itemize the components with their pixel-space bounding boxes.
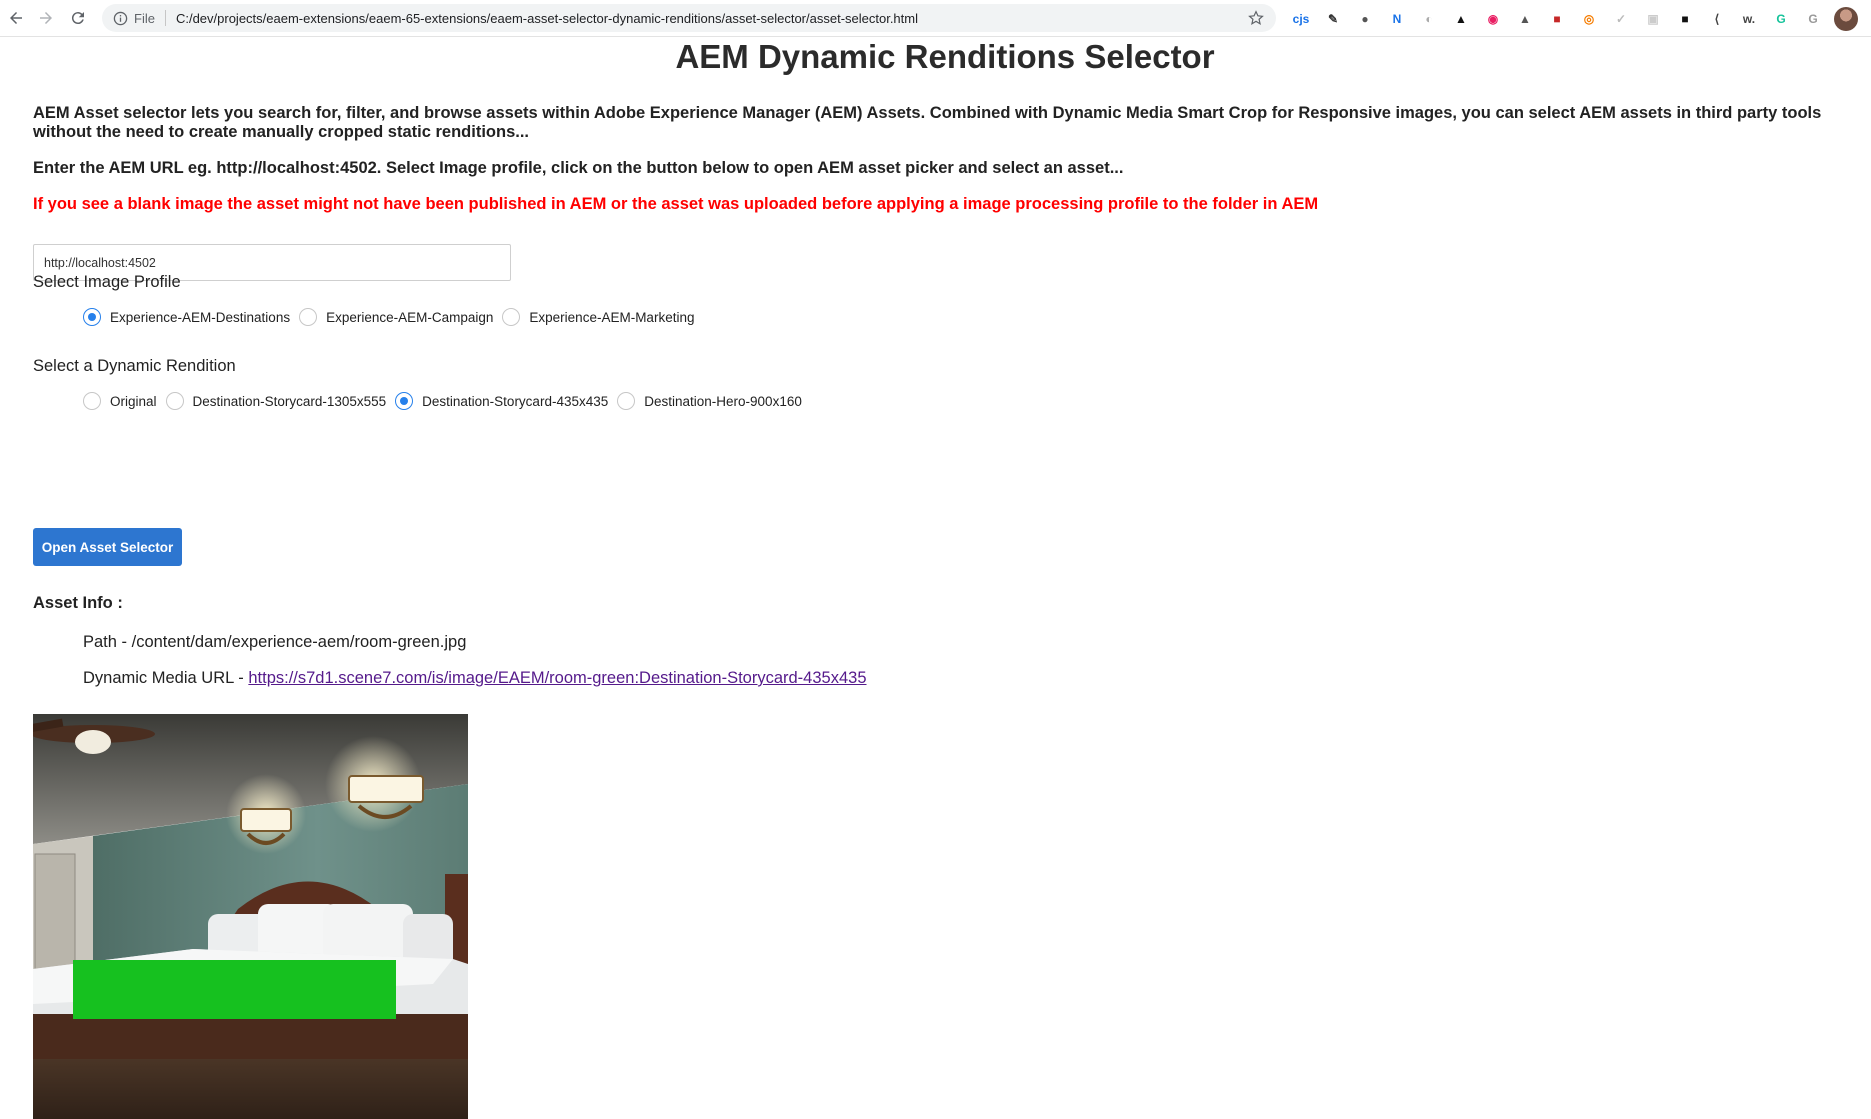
dynamic-rendition-radio[interactable] xyxy=(617,392,636,410)
check-extension-icon[interactable]: ✓ xyxy=(1610,8,1632,30)
dynamic-rendition-radio[interactable] xyxy=(165,392,184,410)
url-text[interactable]: C:/dev/projects/eaem-extensions/eaem-65-… xyxy=(176,11,1246,26)
asset-path-prefix: Path - xyxy=(83,633,132,651)
reload-icon xyxy=(71,12,84,25)
browser-toolbar: File C:/dev/projects/eaem-extensions/eae… xyxy=(0,0,1871,37)
image-profile-radio[interactable] xyxy=(502,308,521,326)
dm-url-prefix: Dynamic Media URL - xyxy=(83,669,249,687)
red-square-extension-icon[interactable]: ■ xyxy=(1546,8,1568,30)
grammarly-extension-icon[interactable]: G xyxy=(1770,8,1792,30)
dynamic-rendition-radio-group: Original Destination-Storycard-1305x555 De… xyxy=(83,392,811,410)
forward-button[interactable] xyxy=(34,6,58,30)
info-icon[interactable] xyxy=(112,10,128,26)
back-button[interactable] xyxy=(4,6,28,30)
asset-info-heading: Asset Info : xyxy=(33,594,123,612)
cjs-extension-icon[interactable]: cjs xyxy=(1290,8,1312,30)
dynamic-rendition-option[interactable]: Original xyxy=(83,392,166,410)
asset-preview-image xyxy=(33,714,468,1119)
pen-extension-icon[interactable]: ✎ xyxy=(1322,8,1344,30)
dynamic-rendition-option[interactable]: Destination-Storycard-1305x555 xyxy=(165,392,396,410)
g-extension-icon[interactable]: G xyxy=(1802,8,1824,30)
image-profile-option-label: Experience-AEM-Campaign xyxy=(326,309,494,325)
n-extension-icon[interactable]: N xyxy=(1386,8,1408,30)
ghost-extension-icon[interactable]: ◐ xyxy=(1418,8,1440,30)
dynamic-rendition-option-label: Destination-Storycard-1305x555 xyxy=(192,393,387,409)
page-body: AEM Dynamic Renditions Selector AEM Asse… xyxy=(0,36,1871,1119)
open-asset-selector-button[interactable]: Open Asset Selector xyxy=(33,528,182,566)
arrow-left-icon xyxy=(10,12,22,24)
dynamic-rendition-label: Select a Dynamic Rendition xyxy=(33,357,236,375)
reload-button[interactable] xyxy=(66,6,90,30)
page-title: AEM Dynamic Renditions Selector xyxy=(675,38,1215,75)
instruction-text: Enter the AEM URL eg. http://localhost:4… xyxy=(33,159,1124,177)
arrow-right-icon xyxy=(40,12,52,24)
dm-url-link[interactable]: https://s7d1.scene7.com/is/image/EAEM/ro… xyxy=(248,669,866,687)
warning-text: If you see a blank image the asset might… xyxy=(33,195,1319,213)
intro-text: AEM Asset selector lets you search for, … xyxy=(33,104,1822,141)
orange-ring-extension-icon[interactable]: ◎ xyxy=(1578,8,1600,30)
image-profile-option[interactable]: Experience-AEM-Destinations xyxy=(83,308,299,326)
image-profile-label: Select Image Profile xyxy=(33,273,181,291)
image-profile-option-label: Experience-AEM-Destinations xyxy=(110,309,291,325)
asset-path-line: Path - /content/dam/experience-aem/room-… xyxy=(83,633,466,652)
dynamic-rendition-option[interactable]: Destination-Storycard-435x435 xyxy=(395,392,617,410)
address-divider xyxy=(164,10,166,26)
scheme-label: File xyxy=(134,10,155,26)
dynamic-rendition-radio[interactable] xyxy=(395,392,414,410)
dynamic-rendition-option[interactable]: Destination-Hero-900x160 xyxy=(617,392,811,410)
address-bar[interactable]: File C:/dev/projects/eaem-extensions/eae… xyxy=(102,4,1276,32)
mask-extension-icon[interactable]: ■ xyxy=(1674,8,1696,30)
redaction-block xyxy=(73,960,396,1019)
grad-extension-icon[interactable]: ▲ xyxy=(1450,8,1472,30)
circle-extension-icon[interactable]: ● xyxy=(1354,8,1376,30)
dynamic-rendition-option-label: Destination-Hero-900x160 xyxy=(644,393,802,409)
asset-path-value: /content/dam/experience-aem/room-green.j… xyxy=(131,633,467,651)
image-profile-radio[interactable] xyxy=(299,308,318,326)
box-extension-icon[interactable]: ▣ xyxy=(1642,8,1664,30)
k-extension-icon[interactable]: ⟨ xyxy=(1706,8,1728,30)
triangle-extension-icon[interactable]: ▲ xyxy=(1514,8,1536,30)
image-profile-option[interactable]: Experience-AEM-Marketing xyxy=(502,308,703,326)
extensions-tray: cjs ✎ ● N ◐ ▲ ◉ ▲ ■ ◎ ✓ ▣ ■ ⟨ w. G G xyxy=(1290,7,1858,31)
image-profile-option[interactable]: Experience-AEM-Campaign xyxy=(299,308,502,326)
dynamic-rendition-option-label: Original xyxy=(110,393,157,409)
image-profile-option-label: Experience-AEM-Marketing xyxy=(529,309,695,325)
dynamic-rendition-radio[interactable] xyxy=(83,392,101,410)
dynamic-rendition-option-label: Destination-Storycard-435x435 xyxy=(422,393,609,409)
dm-url-line: Dynamic Media URL - https://s7d1.scene7.… xyxy=(83,669,867,688)
pink-circle-extension-icon[interactable]: ◉ xyxy=(1482,8,1504,30)
image-profile-radio-group: Experience-AEM-Destinations Experience-AE… xyxy=(83,308,703,326)
bookmark-star-icon[interactable] xyxy=(1246,8,1266,28)
image-profile-radio[interactable] xyxy=(83,308,101,326)
w-extension-icon[interactable]: w. xyxy=(1738,8,1760,30)
profile-avatar[interactable] xyxy=(1834,7,1858,31)
